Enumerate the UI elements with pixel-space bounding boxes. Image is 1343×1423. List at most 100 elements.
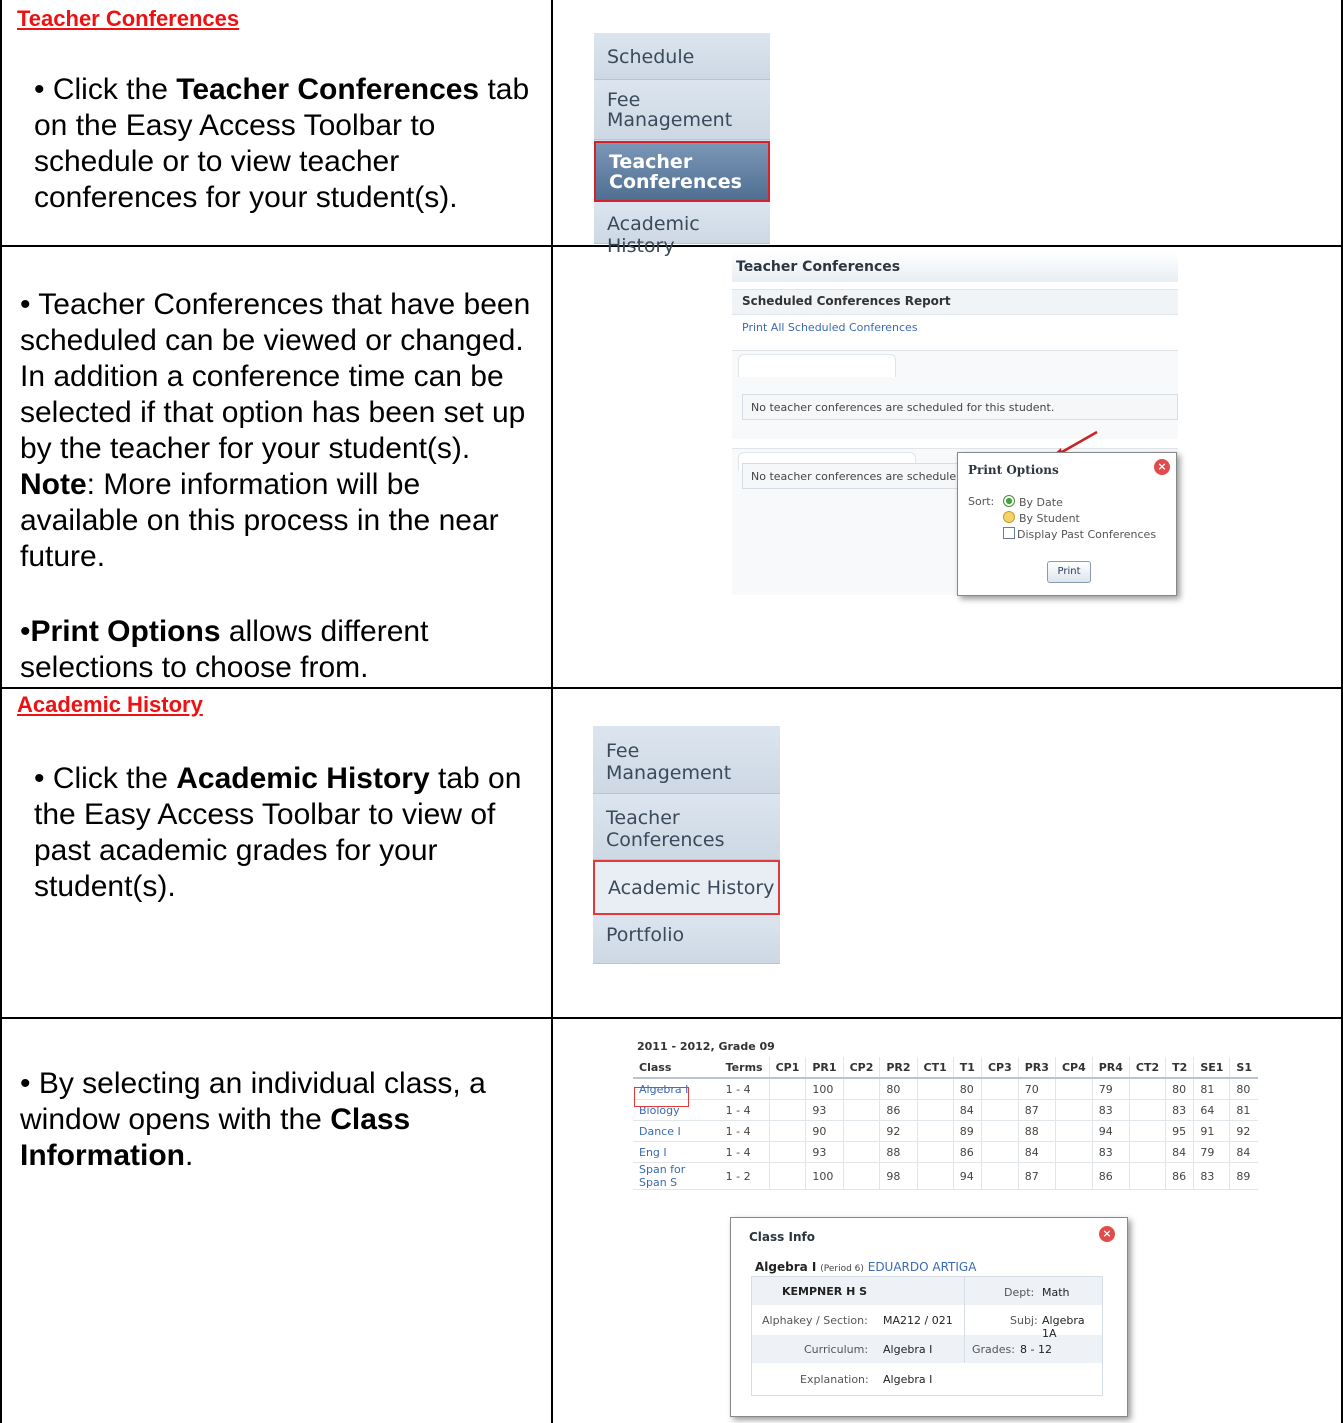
curriculum-label: Curriculum: (804, 1343, 869, 1356)
class-info-popup: Class Info × Algebra I (Period 6) EDUARD… (730, 1217, 1128, 1417)
grade-cell: 1 - 4 (719, 1141, 770, 1163)
grade-cell (980, 1141, 1019, 1163)
student-tab-1[interactable] (738, 354, 896, 377)
column-header: PR2 (879, 1057, 918, 1079)
class-link[interactable]: Dance I (633, 1120, 720, 1142)
screen-title: Teacher Conferences (736, 259, 901, 275)
column-header: CP1 (768, 1057, 806, 1079)
grade-cell: 81 (1229, 1099, 1258, 1121)
grade-cell (842, 1120, 880, 1142)
row-divider-2 (0, 687, 1343, 689)
checkbox-display-past[interactable] (1003, 527, 1015, 539)
column-header: S1 (1229, 1057, 1258, 1079)
grade-cell: 84 (1165, 1141, 1194, 1163)
grade-cell (768, 1141, 806, 1163)
toolbar-item-label: Academic History (608, 877, 775, 899)
grade-cell (980, 1078, 1019, 1100)
grades-value: 8 - 12 (1020, 1343, 1052, 1356)
grade-cell: 79 (1193, 1141, 1230, 1163)
toolbar-item-fee-management[interactable]: Fee Management (593, 726, 780, 794)
column-header: SE1 (1193, 1057, 1230, 1079)
explanation-value: Algebra I (883, 1373, 933, 1386)
grade-cell: 80 (952, 1078, 982, 1100)
radio-by-date[interactable] (1003, 495, 1015, 507)
grade-cell: 1 - 4 (719, 1078, 770, 1100)
column-header: PR3 (1017, 1057, 1056, 1079)
dept-value: Math (1042, 1286, 1070, 1299)
document-page: Teacher Conferences • Click the Teacher … (0, 0, 1343, 1423)
grade-cell (1128, 1099, 1166, 1121)
grade-cell: 92 (879, 1120, 918, 1142)
class-info-grid: KEMPNER H S Dept: Math Alphakey / Sectio… (751, 1276, 1103, 1396)
grade-cell (916, 1141, 954, 1163)
report-label: Scheduled Conferences Report (742, 294, 951, 308)
close-icon[interactable]: × (1154, 459, 1170, 475)
academic-history-instruction: • Click the Academic History tab on the … (34, 761, 534, 905)
grade-cell: 87 (1017, 1162, 1056, 1190)
toolbar-item-teacher-conferences[interactable]: Teacher Conferences (593, 794, 780, 860)
column-header: Class (633, 1057, 720, 1079)
grade-cell: 64 (1193, 1099, 1230, 1121)
grade-cell (980, 1162, 1019, 1190)
section-heading-academic-history: Academic History (17, 692, 203, 717)
grade-cell: 83 (1165, 1099, 1194, 1121)
grade-cell (980, 1099, 1019, 1121)
section-heading-teacher-conferences: Teacher Conferences (17, 6, 240, 31)
grade-cell (916, 1120, 954, 1142)
popup-title: Print Options (968, 463, 1059, 477)
note-label: Note (20, 468, 87, 501)
bullet-text: • Click the (34, 73, 177, 106)
alpha-label: Alphakey / Section: (762, 1314, 868, 1327)
column-header: PR4 (1091, 1057, 1130, 1079)
toolbar-item-fee-management[interactable]: Fee Management (594, 80, 770, 140)
close-icon[interactable]: × (1099, 1226, 1115, 1242)
conferences-note-text: : More information will be available on … (20, 468, 499, 573)
grade-cell: 93 (805, 1099, 844, 1121)
curriculum-value: Algebra I (883, 1343, 933, 1356)
grade-cell (842, 1078, 880, 1100)
toolbar-item-academic-history[interactable]: Academic History (593, 860, 780, 915)
grade-cell: 94 (1091, 1120, 1130, 1142)
grade-cell (1054, 1099, 1093, 1121)
toolbar-item-academic-history[interactable]: Academic History (594, 202, 770, 257)
explanation-label: Explanation: (800, 1373, 869, 1386)
grade-cell: 95 (1165, 1120, 1194, 1142)
print-button-label: Print (1057, 566, 1081, 577)
print-button[interactable]: Print (1047, 561, 1091, 583)
table-row: Span for Span S1 - 2 100 98 94 87 86 86 83 89 (633, 1162, 1258, 1190)
print-options-description: •Print Options allows different selectio… (20, 614, 535, 686)
message-text: No teacher conferences are scheduled for… (751, 401, 1055, 414)
class-heading: Algebra I (Period 6) EDUARDO ARTIGA (755, 1260, 976, 1274)
grade-cell: 88 (1017, 1120, 1056, 1142)
grade-cell (1054, 1078, 1093, 1100)
easy-access-toolbar: Schedule Fee Management Teacher Conferen… (594, 33, 770, 257)
grade-cell (916, 1099, 954, 1121)
toolbar-item-schedule[interactable]: Schedule (594, 33, 770, 80)
toolbar-item-portfolio[interactable]: Portfolio (593, 915, 780, 964)
grade-cell: 86 (879, 1099, 918, 1121)
class-link[interactable]: Eng I (633, 1141, 720, 1163)
class-link[interactable]: Span for Span S (633, 1162, 720, 1190)
grade-cell: 89 (1229, 1162, 1258, 1190)
print-all-link[interactable]: Print All Scheduled Conferences (742, 321, 918, 334)
grade-cell (1128, 1120, 1166, 1142)
grade-cell: 83 (1091, 1141, 1130, 1163)
popup-title: Class Info (749, 1230, 815, 1244)
grade-cell: 89 (952, 1120, 982, 1142)
message-text: No teacher conferences are schedule (751, 470, 957, 483)
grade-cell (768, 1078, 806, 1100)
toolbar-item-teacher-conferences[interactable]: Teacher Conferences (594, 141, 770, 202)
grade-cell (980, 1120, 1019, 1142)
toolbar-item-label: Schedule (607, 46, 695, 68)
conferences-text: • Teacher Conferences that have been sch… (20, 288, 531, 465)
bullet: • (20, 615, 31, 648)
table-border-middle (551, 0, 553, 1423)
column-header: Terms (719, 1057, 770, 1079)
grade-cell: 92 (1229, 1120, 1258, 1142)
period: . (185, 1139, 194, 1172)
radio-by-student[interactable] (1003, 511, 1015, 523)
toolbar-item-label: Portfolio (606, 924, 685, 946)
teacher-name[interactable]: EDUARDO ARTIGA (868, 1260, 977, 1274)
table-row: Biology 1 - 4 93 86 84 87 83 83 64 81 (633, 1099, 1258, 1121)
table-row: Dance I1 - 4 90 92 89 88 94 95 91 92 (633, 1120, 1258, 1142)
